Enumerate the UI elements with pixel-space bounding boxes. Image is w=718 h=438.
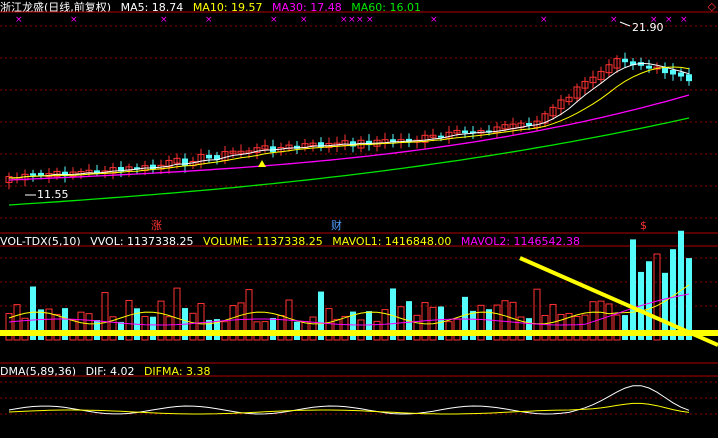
- volume-bar: [646, 261, 652, 340]
- volume-bar: [341, 315, 349, 341]
- low-price-label: 11.55: [37, 188, 69, 201]
- dif-line: [8, 385, 690, 415]
- candle-body: [182, 158, 188, 166]
- volume-bar: [333, 318, 341, 341]
- volume-bar: [21, 317, 29, 341]
- volume-bar: [686, 258, 692, 340]
- volume-bar: [206, 319, 212, 340]
- volume-bar: [150, 316, 156, 340]
- volume-bar: [653, 253, 661, 341]
- candle-body: [670, 70, 676, 75]
- candle-body: [678, 72, 684, 77]
- signal-marker: ×: [70, 15, 78, 25]
- signal-marker: ×: [15, 15, 23, 25]
- volume-bar: [678, 230, 684, 340]
- marker-zhang: 涨: [151, 219, 162, 232]
- volume-bar: [526, 318, 532, 340]
- signal-marker: ×: [680, 15, 688, 25]
- difma-line: [8, 402, 690, 415]
- volume-bar: [309, 316, 317, 341]
- mavol1-line: [8, 284, 690, 325]
- signal-marker: ×: [160, 15, 168, 25]
- volume-bar: [630, 239, 636, 340]
- candle-body: [686, 74, 692, 82]
- signal-marker: ×: [205, 15, 213, 25]
- mavol2-line: [8, 293, 690, 326]
- volume-bar: [141, 316, 149, 341]
- volume-bar: [357, 319, 365, 341]
- volume-bar: [557, 313, 565, 341]
- volume-bar: [53, 313, 61, 341]
- high-price-label: 21.90: [632, 21, 664, 34]
- signal-marker: ×: [665, 15, 673, 25]
- volume-bar: [165, 316, 173, 341]
- signal-marker: ×: [300, 15, 308, 25]
- stock-chart[interactable]: × × × × × × × × × × × × × × × × 21.90 11.55 涨 财 $: [0, 0, 718, 438]
- volume-bar: [69, 319, 77, 341]
- signal-marker: ×: [348, 15, 356, 25]
- candle-body: [462, 130, 468, 134]
- marker-dollar: $: [640, 219, 647, 232]
- candle-body: [646, 65, 652, 69]
- volume-bar: [413, 314, 421, 341]
- candle-body: [206, 154, 212, 159]
- volume-bar: [662, 272, 668, 340]
- high-pointer: [619, 21, 631, 27]
- signal-marker: ×: [430, 15, 438, 25]
- signal-marker: ×: [356, 15, 364, 25]
- volume-bar: [581, 314, 589, 341]
- signal-marker: ×: [340, 15, 348, 25]
- volume-bar: [573, 316, 581, 341]
- signal-marker: ×: [366, 15, 374, 25]
- volume-bar: [541, 314, 549, 341]
- signal-triangle: [258, 160, 266, 167]
- signal-marker: ×: [540, 15, 548, 25]
- signal-marker: ×: [610, 15, 618, 25]
- volume-bar: [613, 314, 621, 341]
- volume-bar: [453, 318, 461, 341]
- signal-marker: ×: [270, 15, 278, 25]
- candle-body: [622, 58, 628, 63]
- candle-body: [150, 164, 156, 170]
- candle-body: [30, 173, 36, 176]
- volume-bar: [85, 313, 93, 341]
- marker-cai: 财: [331, 218, 342, 232]
- volume-bar: [622, 315, 628, 340]
- volume-bar: [270, 317, 276, 340]
- ma60-line: [8, 117, 690, 206]
